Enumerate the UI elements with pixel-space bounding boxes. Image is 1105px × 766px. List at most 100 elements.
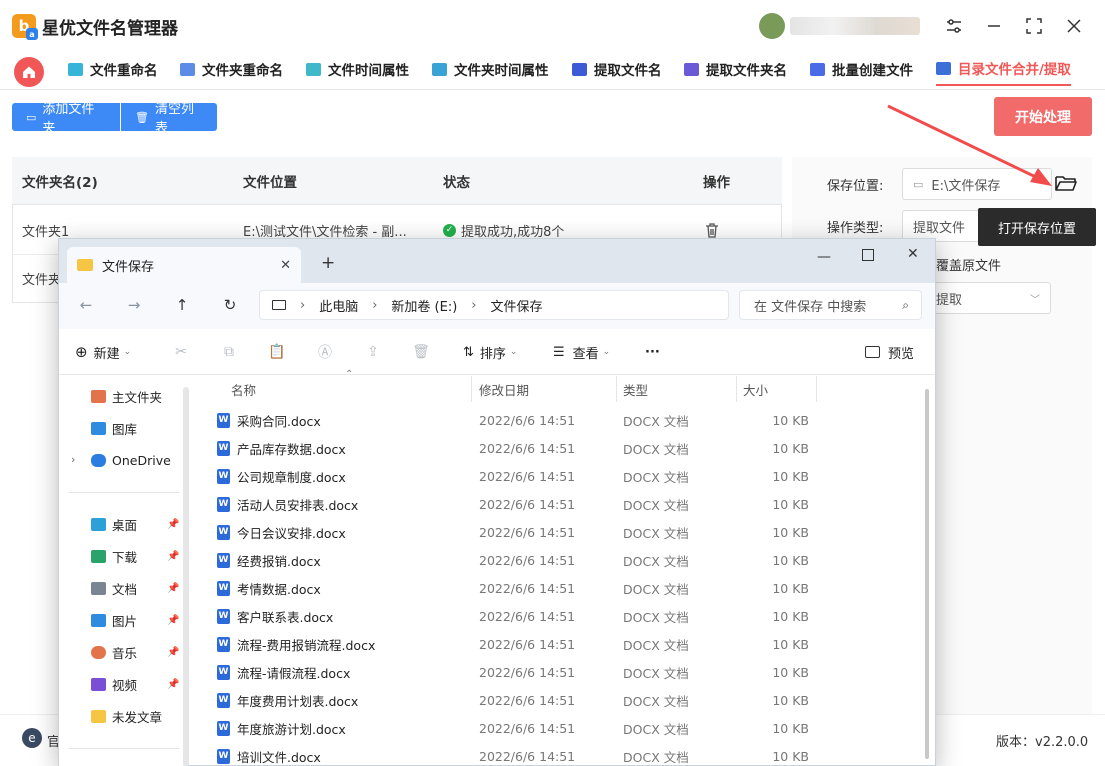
- col-date[interactable]: 修改日期: [479, 376, 529, 402]
- add-folder-button[interactable]: ▭ 添加文件夹: [12, 102, 120, 136]
- tab-extract-foldername[interactable]: 提取文件夹名: [684, 52, 787, 86]
- tab-file-time[interactable]: 文件时间属性: [306, 52, 409, 86]
- website-icon[interactable]: e: [22, 728, 42, 748]
- file-name[interactable]: W 年度旅游计划.docx: [217, 714, 346, 742]
- file-size: 10 KB: [772, 692, 809, 708]
- file-name[interactable]: W 活动人员安排表.docx: [217, 490, 358, 518]
- col-size[interactable]: 大小: [743, 376, 768, 402]
- file-date: 2022/6/6 14:51: [479, 720, 576, 736]
- nav-videos[interactable]: 视频: [91, 671, 137, 697]
- file-row[interactable]: W 产品库存数据.docx 2022/6/6 14:51 DOCX 文档 10 KB: [217, 434, 817, 462]
- file-name[interactable]: W 经费报销.docx: [217, 546, 321, 574]
- explorer-minimize-icon[interactable]: —: [817, 249, 831, 265]
- file-name[interactable]: W 培训文件.docx: [217, 742, 321, 766]
- breadcrumb[interactable]: › 此电脑 › 新加卷 (E:) › 文件保存: [259, 290, 729, 320]
- breadcrumb-drive[interactable]: 新加卷 (E:): [391, 296, 457, 315]
- file-row[interactable]: W 客户联系表.docx 2022/6/6 14:51 DOCX 文档 10 KB: [217, 602, 817, 630]
- sort-icon: ⇅: [463, 344, 474, 360]
- maximize-icon[interactable]: [1020, 12, 1048, 40]
- close-icon[interactable]: [1060, 12, 1088, 40]
- tab-merge-extract[interactable]: 目录文件合并/提取: [936, 52, 1071, 86]
- plus-circle-icon: ⊕: [75, 343, 88, 361]
- expand-onedrive-icon[interactable]: ›: [71, 453, 75, 466]
- file-row[interactable]: W 年度旅游计划.docx 2022/6/6 14:51 DOCX 文档 10 KB: [217, 714, 817, 742]
- nav-gallery[interactable]: 图库: [91, 415, 137, 441]
- tab-file-rename[interactable]: 文件重命名: [68, 52, 158, 86]
- file-name[interactable]: W 产品库存数据.docx: [217, 434, 346, 462]
- nav-unpublished[interactable]: 未发文章: [91, 703, 162, 729]
- nav-home[interactable]: 主文件夹: [91, 383, 162, 409]
- file-name[interactable]: W 客户联系表.docx: [217, 602, 333, 630]
- nav-documents[interactable]: 文档: [91, 575, 137, 601]
- cut-icon[interactable]: ✂: [171, 342, 191, 362]
- file-row[interactable]: W 流程-请假流程.docx 2022/6/6 14:51 DOCX 文档 10 KB: [217, 658, 817, 686]
- home-icon[interactable]: [14, 57, 44, 87]
- file-row[interactable]: W 今日会议安排.docx 2022/6/6 14:51 DOCX 文档 10 KB: [217, 518, 817, 546]
- file-name[interactable]: W 流程-请假流程.docx: [217, 658, 350, 686]
- file-row[interactable]: W 公司规章制度.docx 2022/6/6 14:51 DOCX 文档 10 KB: [217, 462, 817, 490]
- nav-music[interactable]: 音乐: [91, 639, 137, 665]
- paste-icon[interactable]: 📋: [267, 342, 287, 362]
- new-button[interactable]: ⊕ 新建 ⌄: [75, 338, 131, 366]
- back-icon[interactable]: ←: [73, 292, 99, 318]
- delete-icon[interactable]: 🗑: [411, 342, 431, 362]
- file-row[interactable]: W 采购合同.docx 2022/6/6 14:51 DOCX 文档 10 KB: [217, 406, 817, 434]
- explorer-tab[interactable]: 文件保存 ✕: [67, 247, 301, 283]
- pin-icon: 📌: [167, 519, 180, 530]
- file-row[interactable]: W 培训文件.docx 2022/6/6 14:51 DOCX 文档 10 KB: [217, 742, 817, 766]
- nav-pictures[interactable]: 图片: [91, 607, 137, 633]
- file-name-text: 流程-请假流程.docx: [237, 665, 351, 681]
- file-name[interactable]: W 考情数据.docx: [217, 574, 321, 602]
- breadcrumb-this-pc[interactable]: 此电脑: [319, 296, 358, 315]
- tab-extract-filename[interactable]: 提取文件名: [572, 52, 662, 86]
- rename-icon[interactable]: Ⓐ: [315, 342, 335, 362]
- nav-desktop[interactable]: 桌面: [91, 511, 137, 537]
- tab-folder-rename[interactable]: 文件夹重命名: [180, 52, 283, 86]
- nav-onedrive[interactable]: OneDrive: [91, 447, 171, 473]
- new-tab-icon[interactable]: +: [321, 253, 335, 273]
- file-row[interactable]: W 流程-费用报销流程.docx 2022/6/6 14:51 DOCX 文档 10 K…: [217, 630, 817, 658]
- refresh-icon[interactable]: ↻: [217, 292, 243, 318]
- file-name[interactable]: W 采购合同.docx: [217, 406, 321, 434]
- mode-select[interactable]: 提取 ﹀: [925, 282, 1051, 314]
- file-size: 10 KB: [772, 748, 809, 764]
- breadcrumb-sep: ›: [471, 297, 477, 313]
- file-name[interactable]: W 公司规章制度.docx: [217, 462, 346, 490]
- more-button[interactable]: ···: [645, 338, 660, 366]
- preview-button[interactable]: 预览: [865, 338, 914, 366]
- sort-button[interactable]: ⇅ 排序 ⌄: [463, 338, 517, 366]
- file-row[interactable]: W 活动人员安排表.docx 2022/6/6 14:51 DOCX 文档 10 KB: [217, 490, 817, 518]
- gallery-icon: [91, 421, 106, 435]
- tab-batch-create[interactable]: 批量创建文件: [810, 52, 913, 86]
- folder-icon: [91, 709, 106, 723]
- explorer-search-input[interactable]: 在 文件保存 中搜索 ⌕: [739, 290, 922, 320]
- col-file-location[interactable]: 文件位置: [243, 157, 297, 205]
- view-button[interactable]: ☰ 查看 ⌄: [553, 338, 610, 366]
- col-folder-name[interactable]: 文件夹名(2): [22, 157, 98, 205]
- up-icon[interactable]: ↑: [169, 292, 195, 318]
- clear-list-button[interactable]: 🗑 清空列表: [121, 102, 217, 136]
- breadcrumb-folder[interactable]: 文件保存: [491, 296, 543, 315]
- nav-downloads[interactable]: 下载: [91, 543, 137, 569]
- file-name[interactable]: W 年度费用计划表.docx: [217, 686, 358, 714]
- col-type[interactable]: 类型: [623, 376, 648, 402]
- col-name[interactable]: 名称: [231, 376, 256, 402]
- file-row[interactable]: W 年度费用计划表.docx 2022/6/6 14:51 DOCX 文档 10 KB: [217, 686, 817, 714]
- col-status[interactable]: 状态: [443, 157, 470, 205]
- explorer-close-icon[interactable]: ✕: [907, 246, 919, 262]
- settings-icon[interactable]: [940, 12, 968, 40]
- tab-folder-time[interactable]: 文件夹时间属性: [432, 52, 549, 86]
- share-icon[interactable]: ⇪: [363, 342, 383, 362]
- copy-icon[interactable]: ⧉: [219, 342, 239, 362]
- user-avatar[interactable]: [759, 13, 785, 39]
- minimize-icon[interactable]: [980, 12, 1008, 40]
- file-name[interactable]: W 今日会议安排.docx: [217, 518, 346, 546]
- file-name[interactable]: W 流程-费用报销流程.docx: [217, 630, 375, 658]
- content-scrollbar[interactable]: [925, 389, 929, 759]
- nav-scrollbar[interactable]: [183, 387, 189, 766]
- file-row[interactable]: W 考情数据.docx 2022/6/6 14:51 DOCX 文档 10 KB: [217, 574, 817, 602]
- file-row[interactable]: W 经费报销.docx 2022/6/6 14:51 DOCX 文档 10 KB: [217, 546, 817, 574]
- explorer-maximize-icon[interactable]: [862, 249, 874, 261]
- close-tab-icon[interactable]: ✕: [280, 258, 291, 273]
- forward-icon[interactable]: →: [121, 292, 147, 318]
